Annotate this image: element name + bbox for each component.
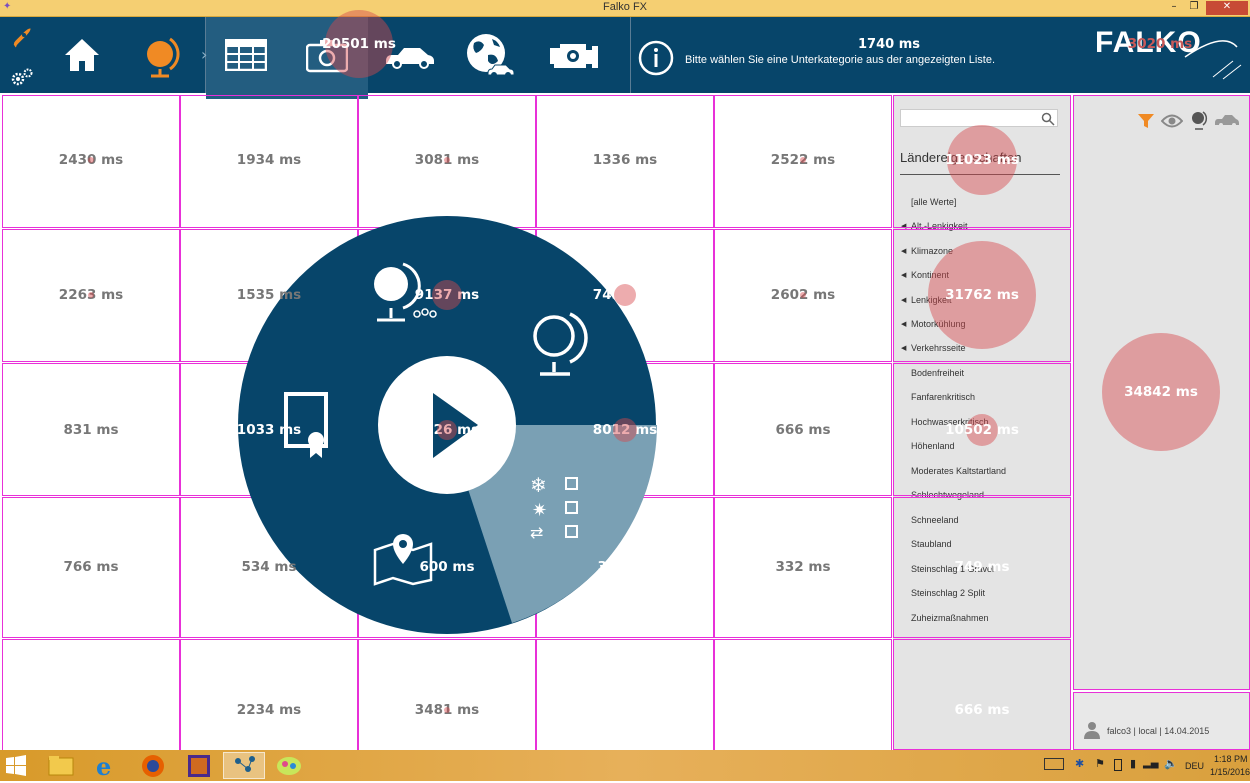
app-taskbar-icon[interactable]: [181, 752, 217, 779]
click-heat-dot: [444, 707, 450, 713]
car-small-icon[interactable]: [1214, 114, 1240, 128]
timing-label: 34842 ms: [1124, 384, 1198, 400]
maximize-button[interactable]: ❐: [1184, 1, 1204, 12]
click-heat-dot: [88, 292, 94, 298]
timing-label: 11023 ms: [945, 152, 1019, 168]
explorer-taskbar-icon[interactable]: [43, 752, 79, 779]
svg-text:⇄: ⇄: [530, 523, 543, 542]
eye-icon[interactable]: [1161, 112, 1183, 130]
timing-label: 2234 ms: [236, 702, 302, 718]
firefox-icon[interactable]: [135, 752, 171, 779]
windows-start-icon[interactable]: [5, 755, 27, 777]
bluetooth-icon[interactable]: ✱: [1075, 757, 1084, 770]
engine-icon[interactable]: [546, 40, 600, 72]
svg-text:e: e: [96, 752, 111, 779]
info-message: Bitte wählen Sie eine Unterkategorie aus…: [685, 54, 996, 66]
title-bar: ✦ Falko FX – ❐ ✕: [0, 0, 1250, 17]
paint-taskbar-icon[interactable]: [271, 752, 307, 779]
keyboard-icon[interactable]: [1044, 758, 1064, 770]
logo-timing-label: 3020 ms: [1127, 36, 1193, 52]
falko-taskbar-icon[interactable]: [223, 752, 265, 779]
flag-icon[interactable]: ⚑: [1095, 757, 1105, 770]
volume-icon[interactable]: 🔈: [1164, 757, 1178, 770]
category-panel-cell: [893, 639, 1071, 750]
timing-label: 831 ms: [63, 422, 119, 438]
logo-area: FALKO: [1071, 17, 1250, 93]
timing-label: 332 ms: [775, 559, 831, 575]
map-pin-icon[interactable]: [373, 530, 435, 586]
user-icon: [1084, 722, 1100, 739]
user-panel: falco3 | local | 14.04.2015: [1073, 692, 1250, 750]
climate-filter-icon[interactable]: ❄ ✷ ⇄: [528, 472, 584, 544]
filter-icon[interactable]: [1137, 112, 1155, 130]
battery-icon[interactable]: [1114, 759, 1122, 771]
timing-label: 666 ms: [954, 702, 1010, 718]
click-heat-dot: [88, 157, 94, 163]
click-heat-dot: [437, 420, 457, 440]
click-heat-dot: [444, 157, 450, 163]
timing-label: 1535 ms: [236, 287, 302, 303]
signal-icon[interactable]: ▂▄: [1143, 758, 1158, 769]
info-icon: [638, 40, 674, 76]
svg-text:❄: ❄: [530, 473, 547, 497]
info-timing: 1740 ms: [858, 37, 920, 52]
gears-icon[interactable]: [10, 67, 34, 87]
clock-time[interactable]: 1:18 PM: [1214, 754, 1248, 764]
toolbar-separator: [630, 17, 631, 93]
click-heat-dot: [800, 292, 806, 298]
world-car-icon[interactable]: [464, 31, 516, 83]
main-toolbar: › 1740 ms Bitte wählen Sie eine Unterkat…: [0, 17, 1250, 99]
tray-area: ✱ ⚑ ▮ ▂▄ 🔈 DEU 1:18 PM 1/15/2016: [1040, 750, 1250, 781]
timing-label: 666 ms: [775, 422, 831, 438]
timing-label: 10502 ms: [945, 422, 1019, 438]
timing-label: 766 ms: [63, 559, 119, 575]
taskbar: e ✱ ⚑ ▮ ▂▄ 🔈 DEU 1:18 PM 1/15/2016: [0, 750, 1250, 781]
network-icon[interactable]: ▮: [1130, 757, 1136, 770]
timing-label: 534 ms: [241, 559, 297, 575]
svg-text:✷: ✷: [532, 500, 547, 521]
timing-label: 1033 ms: [236, 422, 302, 438]
timing-label: 600 ms: [419, 559, 475, 575]
minimize-button[interactable]: –: [1164, 1, 1184, 12]
close-button[interactable]: ✕: [1206, 1, 1248, 15]
timing-label: 1934 ms: [236, 152, 302, 168]
table-icon[interactable]: [225, 39, 267, 71]
language-indicator[interactable]: DEU: [1185, 761, 1204, 771]
timing-label: 333 ms: [597, 559, 653, 575]
click-heat-dot: [614, 284, 636, 306]
globe-icon[interactable]: [140, 34, 184, 80]
timing-label: 749 ms: [954, 559, 1010, 575]
timing-label: 20501 ms: [322, 36, 396, 52]
click-heat-dot: [613, 418, 637, 442]
click-heat-dot: [432, 280, 462, 310]
internet-explorer-icon[interactable]: e: [89, 752, 125, 781]
clock-date[interactable]: 1/15/2016: [1210, 767, 1250, 777]
click-heat-dot: [800, 157, 806, 163]
globe-outline-icon[interactable]: [528, 306, 590, 378]
globe-small-icon[interactable]: [1190, 110, 1208, 132]
user-info: falco3 | local | 14.04.2015: [1107, 726, 1210, 736]
timing-label: 31762 ms: [945, 287, 1019, 303]
window-title: Falko FX: [602, 1, 647, 13]
chevron-right-icon: ›: [201, 45, 208, 64]
timing-label: 1336 ms: [592, 152, 658, 168]
home-icon[interactable]: [63, 35, 101, 75]
rocket-icon[interactable]: [10, 27, 32, 49]
